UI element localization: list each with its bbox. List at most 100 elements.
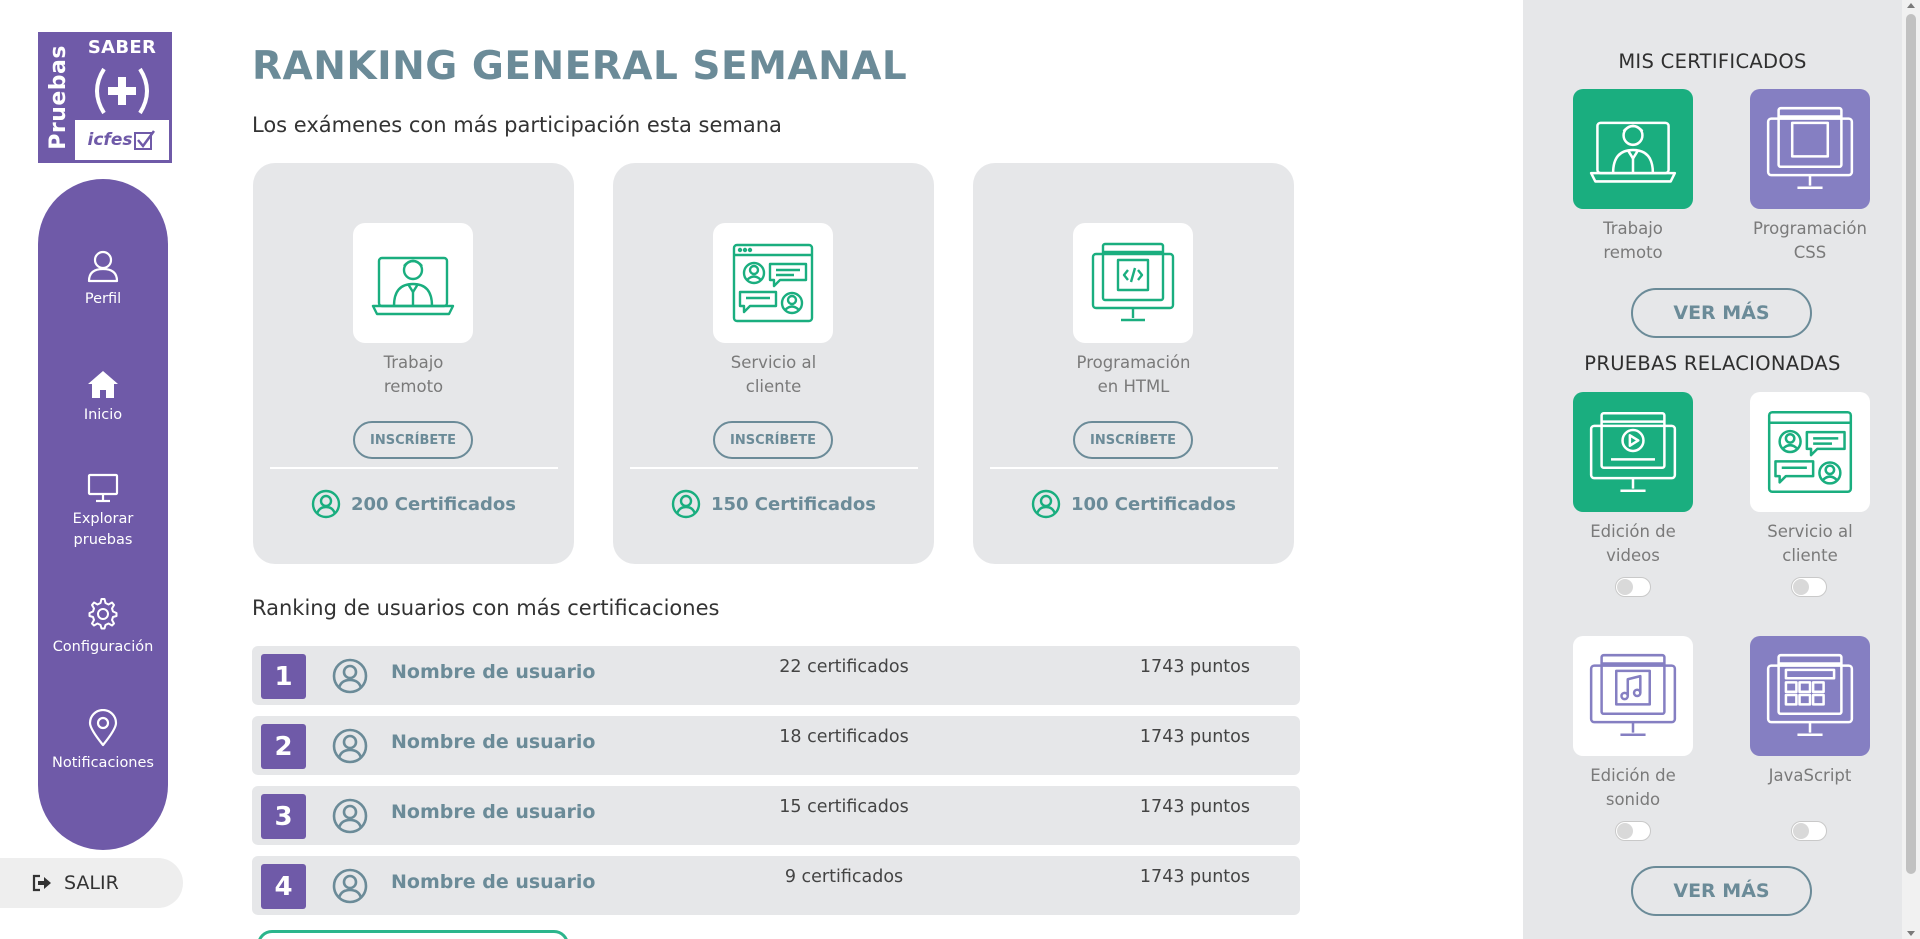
- exam-card: Trabajo remoto INSCRÍBETE 200 Certificad…: [253, 163, 574, 564]
- view-more-related-button[interactable]: VER MÁS: [1631, 866, 1812, 916]
- related-test-label: JavaScript: [1730, 764, 1890, 788]
- exam-cert-count: 200 Certificados: [253, 489, 574, 519]
- ranking-row[interactable]: 2 Nombre de usuario 18 certificados 1743…: [252, 716, 1300, 775]
- avatar-icon: [332, 798, 368, 834]
- user-name: Nombre de usuario: [391, 731, 596, 753]
- logo-main: SABER icfes: [75, 35, 169, 160]
- user-cert-count: 22 certificados: [779, 657, 909, 677]
- toggle-switch[interactable]: [1615, 821, 1651, 841]
- remote-work-icon[interactable]: [1573, 89, 1693, 209]
- user-circle-icon: [311, 489, 341, 519]
- toggle-switch[interactable]: [1791, 577, 1827, 597]
- html-code-icon: [1073, 223, 1193, 343]
- page-subtitle: Los exámenes con más participación esta …: [252, 113, 782, 137]
- nav-label-explorar-pruebas: Explorar pruebas: [73, 509, 134, 551]
- nav-item-configuracion[interactable]: Configuración: [38, 597, 168, 658]
- label-line1: Programación: [1753, 219, 1867, 238]
- label-line1: Edición de: [1590, 766, 1676, 785]
- exam-cert-text: 200 Certificados: [350, 493, 517, 515]
- ranking-heading: Ranking de usuarios con más certificacio…: [252, 596, 720, 620]
- scrollbar-thumb[interactable]: [1906, 14, 1916, 874]
- user-points: 1743 puntos: [1139, 657, 1250, 677]
- enroll-button[interactable]: INSCRÍBETE: [713, 421, 833, 459]
- logo[interactable]: Pruebas SABER icfes: [38, 32, 172, 163]
- nav-label-configuracion: Configuración: [52, 639, 154, 655]
- video-editing-icon[interactable]: [1573, 392, 1693, 512]
- logout-icon: [32, 874, 51, 892]
- exam-name-line2: cliente: [745, 377, 802, 396]
- scroll-up-arrow-icon[interactable]: [1907, 3, 1915, 8]
- label-line1: Edición de: [1590, 522, 1676, 541]
- certificate-label: Trabajo remoto: [1553, 217, 1713, 265]
- sound-editing-icon[interactable]: [1573, 636, 1693, 756]
- rank-number: 4: [261, 864, 306, 909]
- cut-off-button[interactable]: [257, 930, 569, 939]
- toggle-knob: [1617, 823, 1633, 839]
- page: Pruebas SABER icfes Perfil Inicio Explor…: [0, 0, 1920, 939]
- label-line1: JavaScript: [1768, 766, 1852, 785]
- divider: [990, 467, 1278, 469]
- view-more-certificates-button[interactable]: VER MÁS: [1631, 288, 1812, 338]
- related-tests-title: PRUEBAS RELACIONADAS: [1584, 352, 1841, 375]
- sidebar-nav: Perfil Inicio Explorar pruebas Configura…: [38, 179, 168, 850]
- toggle-switch[interactable]: [1615, 577, 1651, 597]
- enroll-button[interactable]: INSCRÍBETE: [1073, 421, 1193, 459]
- nav-label-perfil: Perfil: [84, 291, 122, 307]
- home-icon: [88, 371, 118, 398]
- ranking-row[interactable]: 4 Nombre de usuario 9 certificados 1743 …: [252, 856, 1300, 915]
- ranking-row[interactable]: 1 Nombre de usuario 22 certificados 1743…: [252, 646, 1300, 705]
- logo-side: Pruebas: [41, 35, 75, 160]
- rank-number: 1: [261, 654, 306, 699]
- user-points: 1743 puntos: [1139, 727, 1250, 747]
- nav-item-explorar-pruebas[interactable]: Explorar pruebas: [38, 473, 168, 551]
- certificate-label: Programación CSS: [1730, 217, 1890, 265]
- exam-name-line1: Servicio al: [730, 353, 817, 372]
- exam-name: Servicio al cliente: [613, 351, 934, 399]
- checkbox-icon: [134, 130, 156, 150]
- nav-label-notificaciones: Notificaciones: [52, 755, 154, 771]
- javascript-icon[interactable]: [1750, 636, 1870, 756]
- avatar-icon: [332, 728, 368, 764]
- label-line1: Trabajo: [1603, 219, 1663, 238]
- enroll-button[interactable]: INSCRÍBETE: [353, 421, 473, 459]
- divider: [630, 467, 918, 469]
- customer-service-icon[interactable]: [1750, 392, 1870, 512]
- css-monitor-icon[interactable]: [1750, 89, 1870, 209]
- scroll-down-arrow-icon[interactable]: [1907, 931, 1915, 936]
- exam-cert-count: 100 Certificados: [973, 489, 1294, 519]
- user-cert-count: 18 certificados: [779, 727, 909, 747]
- toggle-knob: [1793, 823, 1809, 839]
- logo-brand: icfes: [87, 130, 133, 150]
- exam-name: Trabajo remoto: [253, 351, 574, 399]
- user-points: 1743 puntos: [1139, 867, 1250, 887]
- user-circle-icon: [671, 489, 701, 519]
- user-points: 1743 puntos: [1139, 797, 1250, 817]
- nav-item-notificaciones[interactable]: Notificaciones: [38, 709, 168, 774]
- related-test-label: Edición de sonido: [1553, 764, 1713, 812]
- exam-card: Programación en HTML INSCRÍBETE 100 Cert…: [973, 163, 1294, 564]
- remote-work-icon: [353, 223, 473, 343]
- logout-button[interactable]: SALIR: [0, 858, 183, 908]
- page-title: RANKING GENERAL SEMANAL: [252, 44, 908, 89]
- nav-label-line2: pruebas: [73, 532, 133, 548]
- user-name: Nombre de usuario: [391, 871, 596, 893]
- logo-top-text: SABER: [75, 35, 169, 62]
- exam-cert-count: 150 Certificados: [613, 489, 934, 519]
- right-panel: MIS CERTIFICADOS Trabajo remoto Programa…: [1523, 0, 1902, 939]
- related-test-label: Edición de videos: [1553, 520, 1713, 568]
- monitor-icon: [87, 473, 119, 503]
- exam-name: Programación en HTML: [973, 351, 1294, 399]
- logout-label: SALIR: [64, 872, 119, 894]
- label-line2: sonido: [1605, 790, 1661, 809]
- nav-label-inicio: Inicio: [83, 407, 123, 423]
- nav-item-perfil[interactable]: Perfil: [38, 249, 168, 310]
- avatar-icon: [332, 868, 368, 904]
- rank-number: 3: [261, 794, 306, 839]
- label-line2: cliente: [1782, 546, 1838, 565]
- toggle-switch[interactable]: [1791, 821, 1827, 841]
- nav-item-inicio[interactable]: Inicio: [38, 369, 168, 426]
- ranking-row[interactable]: 3 Nombre de usuario 15 certificados 1743…: [252, 786, 1300, 845]
- user-icon: [87, 250, 119, 283]
- label-line2: CSS: [1793, 243, 1827, 262]
- scrollbar[interactable]: [1902, 0, 1920, 939]
